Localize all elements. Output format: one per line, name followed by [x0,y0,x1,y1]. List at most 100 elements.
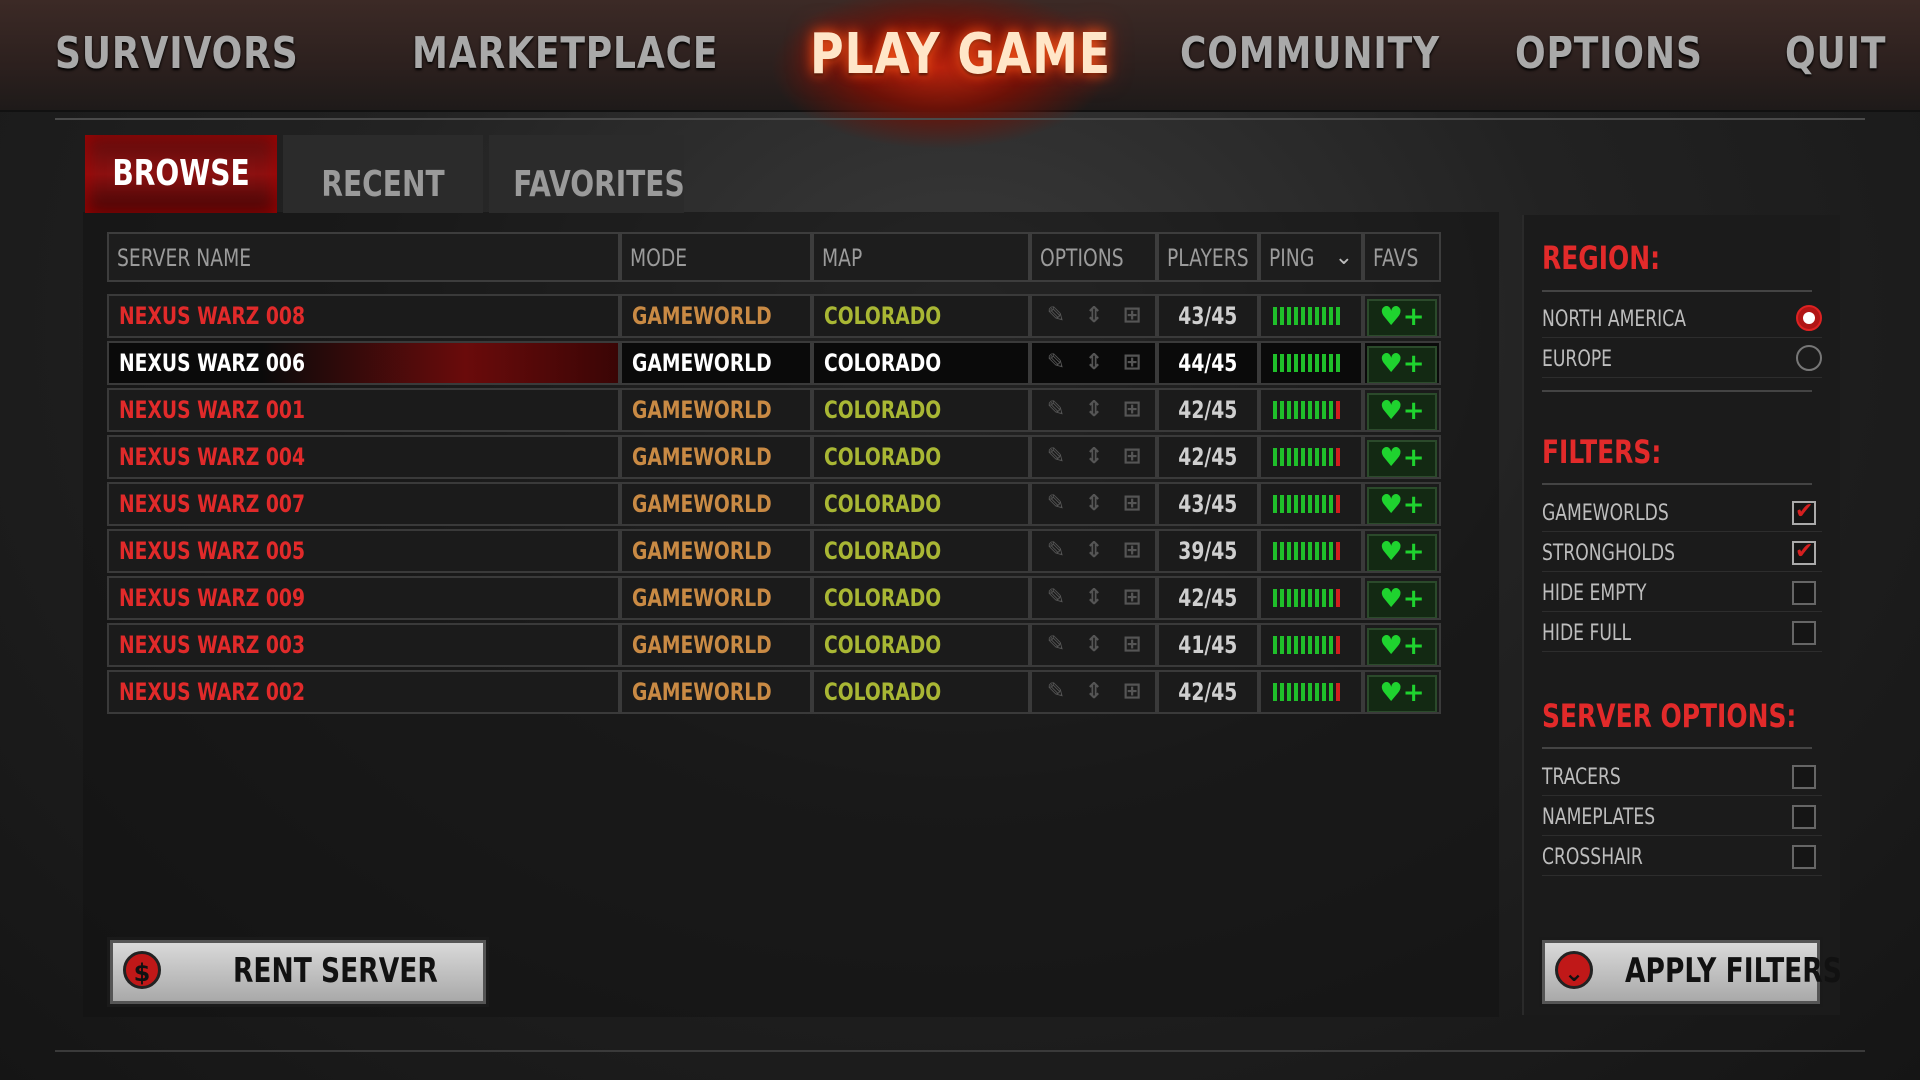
column-header-map[interactable]: MAP [812,232,1030,282]
radio-north-america[interactable] [1796,305,1822,331]
ping-bar [1280,542,1284,560]
options-cell: ✎ ⇕ ⊞ [1030,529,1157,573]
region-north-america[interactable]: NORTH AMERICA [1542,303,1822,338]
tab-favorites[interactable]: FAVORITES [489,135,685,213]
nav-marketplace[interactable]: MARKETPLACE [412,28,718,79]
move-icon[interactable]: ⇕ [1082,586,1106,610]
heart-plus-icon[interactable]: ♥+ [1367,393,1437,430]
region-europe[interactable]: EUROPE [1542,343,1822,378]
pencil-icon[interactable]: ✎ [1044,351,1068,375]
crosshair-plus-icon[interactable]: ⊞ [1120,680,1144,704]
apply-filters-button[interactable]: ⌄ APPLY FILTERS [1542,940,1842,1004]
pencil-icon[interactable]: ✎ [1044,680,1068,704]
option-crosshair[interactable]: CROSSHAIR [1542,841,1822,876]
players-cell: 42/45 [1157,435,1259,479]
server-row[interactable]: NEXUS WARZ 002 GAMEWORLD COLORADO ✎ ⇕ ⊞ 42/45 ♥… [107,670,1441,714]
server-row[interactable]: NEXUS WARZ 009 GAMEWORLD COLORADO ✎ ⇕ ⊞ 42/45 ♥… [107,576,1441,620]
crosshair-plus-icon[interactable]: ⊞ [1120,586,1144,610]
pencil-icon[interactable]: ✎ [1044,445,1068,469]
filter-gameworlds[interactable]: GAMEWORLDS [1542,497,1822,532]
pencil-icon[interactable]: ✎ [1044,539,1068,563]
column-header-ping[interactable]: PING ⌄ [1259,232,1363,282]
move-icon[interactable]: ⇕ [1082,633,1106,657]
radio-europe[interactable] [1796,345,1822,371]
ping-bar [1322,354,1326,372]
checkbox-tracers[interactable] [1792,765,1816,789]
nav-options[interactable]: OPTIONS [1515,28,1703,79]
crosshair-plus-icon[interactable]: ⊞ [1120,351,1144,375]
ping-bar [1280,495,1284,513]
crosshair-plus-icon[interactable]: ⊞ [1120,539,1144,563]
column-header-favs[interactable]: FAVS [1363,232,1441,282]
heart-plus-icon[interactable]: ♥+ [1367,487,1437,524]
server-row[interactable]: NEXUS WARZ 005 GAMEWORLD COLORADO ✎ ⇕ ⊞ 39/45 ♥… [107,529,1441,573]
heart-plus-icon[interactable]: ♥+ [1367,299,1437,336]
server-row[interactable]: NEXUS WARZ 001 GAMEWORLD COLORADO ✎ ⇕ ⊞ 42/45 ♥… [107,388,1441,432]
nav-survivors[interactable]: SURVIVORS [55,28,299,79]
pencil-icon[interactable]: ✎ [1044,492,1068,516]
pencil-icon[interactable]: ✎ [1044,586,1068,610]
move-icon[interactable]: ⇕ [1082,351,1106,375]
crosshair-plus-icon[interactable]: ⊞ [1120,492,1144,516]
heart-plus-icon[interactable]: ♥+ [1367,440,1437,477]
column-header-options[interactable]: OPTIONS [1030,232,1157,282]
server-row[interactable]: NEXUS WARZ 006 GAMEWORLD COLORADO ✎ ⇕ ⊞ 44/45 ♥… [107,341,1441,385]
filter-strongholds[interactable]: STRONGHOLDS [1542,537,1822,572]
crosshair-plus-icon[interactable]: ⊞ [1120,398,1144,422]
move-icon[interactable]: ⇕ [1082,304,1106,328]
checkbox-hide-full[interactable] [1792,621,1816,645]
crosshair-plus-icon[interactable]: ⊞ [1120,633,1144,657]
nav-play-game[interactable]: PLAY GAME [810,22,1111,87]
ping-bar [1336,636,1340,654]
heart-plus-icon[interactable]: ♥+ [1367,675,1437,712]
ping-bar [1287,495,1291,513]
pencil-icon[interactable]: ✎ [1044,304,1068,328]
tab-browse[interactable]: BROWSE [85,135,277,213]
server-row[interactable]: NEXUS WARZ 003 GAMEWORLD COLORADO ✎ ⇕ ⊞ 41/45 ♥… [107,623,1441,667]
tab-browse-label: BROWSE [112,153,250,194]
column-header-players[interactable]: PLAYERS [1157,232,1259,282]
checkbox-hide-empty[interactable] [1792,581,1816,605]
rent-server-button[interactable]: $ RENT SERVER [110,940,486,1004]
ping-bar [1329,495,1333,513]
option-tracers[interactable]: TRACERS [1542,761,1822,796]
favs-cell: ♥+ [1363,435,1441,479]
options-cell: ✎ ⇕ ⊞ [1030,341,1157,385]
ping-bar [1308,542,1312,560]
server-row[interactable]: NEXUS WARZ 007 GAMEWORLD COLORADO ✎ ⇕ ⊞ 43/45 ♥… [107,482,1441,526]
move-icon[interactable]: ⇕ [1082,680,1106,704]
server-row[interactable]: NEXUS WARZ 004 GAMEWORLD COLORADO ✎ ⇕ ⊞ 42/45 ♥… [107,435,1441,479]
heart-plus-icon[interactable]: ♥+ [1367,346,1437,383]
pencil-icon[interactable]: ✎ [1044,398,1068,422]
nav-quit[interactable]: QUIT [1785,28,1886,79]
move-icon[interactable]: ⇕ [1082,492,1106,516]
move-icon[interactable]: ⇕ [1082,445,1106,469]
heart-plus-icon[interactable]: ♥+ [1367,581,1437,618]
option-nameplates[interactable]: NAMEPLATES [1542,801,1822,836]
checkbox-crosshair[interactable] [1792,845,1816,869]
rent-server-label: RENT SERVER [233,951,438,991]
column-header-server-name[interactable]: SERVER NAME [107,232,620,282]
ping-bar [1329,683,1333,701]
ping-bar [1315,683,1319,701]
nav-community[interactable]: COMMUNITY [1180,28,1440,79]
heart-plus-icon[interactable]: ♥+ [1367,628,1437,665]
ping-bar [1329,448,1333,466]
crosshair-plus-icon[interactable]: ⊞ [1120,304,1144,328]
checkbox-gameworlds[interactable] [1792,499,1816,525]
move-icon[interactable]: ⇕ [1082,398,1106,422]
move-icon[interactable]: ⇕ [1082,539,1106,563]
filter-label: STRONGHOLDS [1542,541,1676,566]
checkbox-nameplates[interactable] [1792,805,1816,829]
column-header-mode[interactable]: MODE [620,232,812,282]
tab-recent[interactable]: RECENT [283,135,483,213]
checkbox-strongholds[interactable] [1792,539,1816,565]
filter-hide-empty[interactable]: HIDE EMPTY [1542,577,1822,612]
heart-plus-icon[interactable]: ♥+ [1367,534,1437,571]
server-row[interactable]: NEXUS WARZ 008 GAMEWORLD COLORADO ✎ ⇕ ⊞ 43/45 ♥… [107,294,1441,338]
crosshair-plus-icon[interactable]: ⊞ [1120,445,1144,469]
map-cell: COLORADO [812,294,1030,338]
filter-hide-full[interactable]: HIDE FULL [1542,617,1822,652]
ping-bar [1336,542,1340,560]
pencil-icon[interactable]: ✎ [1044,633,1068,657]
